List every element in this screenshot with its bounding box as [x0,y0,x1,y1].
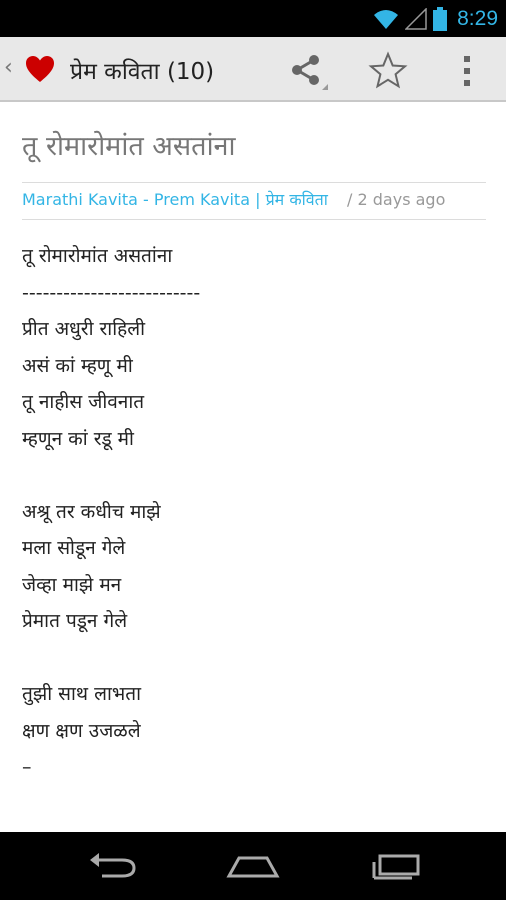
poem-line: तू नाहीस जीवनात [22,391,145,413]
poem-line: तू रोमारोमांत असतांना [22,245,173,267]
poem-line [22,640,200,677]
poem-line: – [22,756,32,778]
recent-apps-icon[interactable] [366,846,426,886]
wifi-icon [374,9,399,29]
star-icon[interactable] [368,51,408,91]
category-link[interactable]: Marathi Kavita - Prem Kavita | प्रेम कवि… [22,190,328,209]
poem-line: प्रेमात पडून गेले [22,610,128,632]
poem-line: म्हणून कां रडू मी [22,427,134,450]
poem-line: तुझी साथ लाभता [22,683,142,705]
poem-line: असं कां म्हणू मी [22,354,133,377]
back-icon[interactable] [82,846,142,886]
overflow-menu-icon[interactable] [455,52,479,90]
clock: 8:29 [457,6,498,30]
poem-line: अश्रू तर कधीच माझे [22,500,161,523]
poem-line: -------------------------- [22,281,201,304]
poem-line: जेव्हा माझे मन [22,573,122,596]
battery-icon [433,6,448,31]
post-time: / 2 days ago [347,190,446,209]
page-title: प्रेम कविता (10) [70,59,215,85]
share-icon[interactable] [288,52,328,92]
poem-line: मला सोडून गेले [22,537,126,559]
post-content: तू रोमारोमांत असतांना Marathi Kavita - P… [0,102,506,832]
divider [22,219,486,220]
divider [22,182,486,183]
status-icons: 8:29 [373,5,498,32]
back-chevron-icon[interactable]: ‹ [4,55,13,80]
poem-body: तू रोमारोमांत असतांना ------------------… [22,238,200,786]
cell-signal-icon [405,7,427,30]
home-icon[interactable] [223,846,283,886]
poem-line: प्रीत अधुरी राहिली [22,318,146,340]
post-title: तू रोमारोमांत असतांना [22,131,236,162]
heart-icon[interactable] [25,55,55,83]
poem-line [22,457,200,494]
navigation-bar [0,832,506,900]
post-meta: Marathi Kavita - Prem Kavita | प्रेम कवि… [22,188,445,210]
action-bar: ‹ प्रेम कविता (10) [0,37,506,102]
status-bar: 8:29 [0,0,506,37]
poem-line: क्षण क्षण उजळले [22,719,141,742]
